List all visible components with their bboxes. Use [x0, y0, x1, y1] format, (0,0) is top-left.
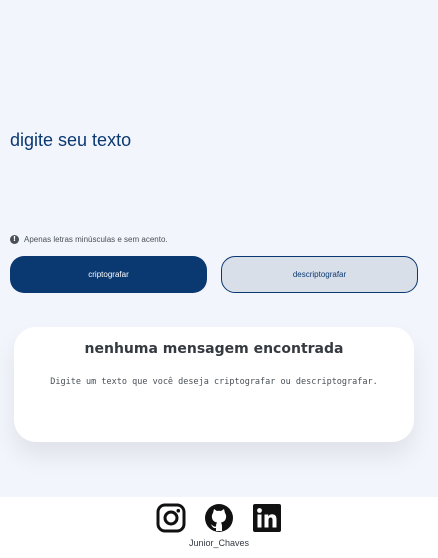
output-card: nenhuma mensagem encontrada Digite um te…: [14, 327, 414, 442]
author-name: Junior_Chaves: [188, 538, 250, 548]
instagram-icon: [156, 503, 186, 533]
hint: ! Apenas letras minúsculas e sem acento.: [10, 233, 168, 245]
text-input[interactable]: [10, 130, 420, 220]
encrypt-button[interactable]: criptografar: [10, 256, 207, 293]
github-link[interactable]: [204, 503, 234, 533]
linkedin-link[interactable]: [252, 503, 282, 533]
linkedin-icon: [253, 504, 281, 532]
info-icon: !: [10, 234, 19, 244]
hint-text: Apenas letras minúsculas e sem acento.: [24, 234, 168, 244]
github-icon: [205, 504, 233, 532]
main-section: ! Apenas letras minúsculas e sem acento.…: [0, 0, 438, 497]
instagram-link[interactable]: [156, 503, 186, 533]
output-title: nenhuma mensagem encontrada: [84, 341, 344, 357]
footer: Junior_Chaves: [0, 497, 438, 558]
social-links: [0, 503, 438, 535]
decrypt-button-label: descriptografar: [292, 270, 347, 279]
output-message: Digite um texto que você deseja criptogr…: [50, 377, 378, 387]
encrypt-button-label: criptografar: [88, 270, 129, 279]
decrypt-button[interactable]: descriptografar: [221, 256, 418, 293]
